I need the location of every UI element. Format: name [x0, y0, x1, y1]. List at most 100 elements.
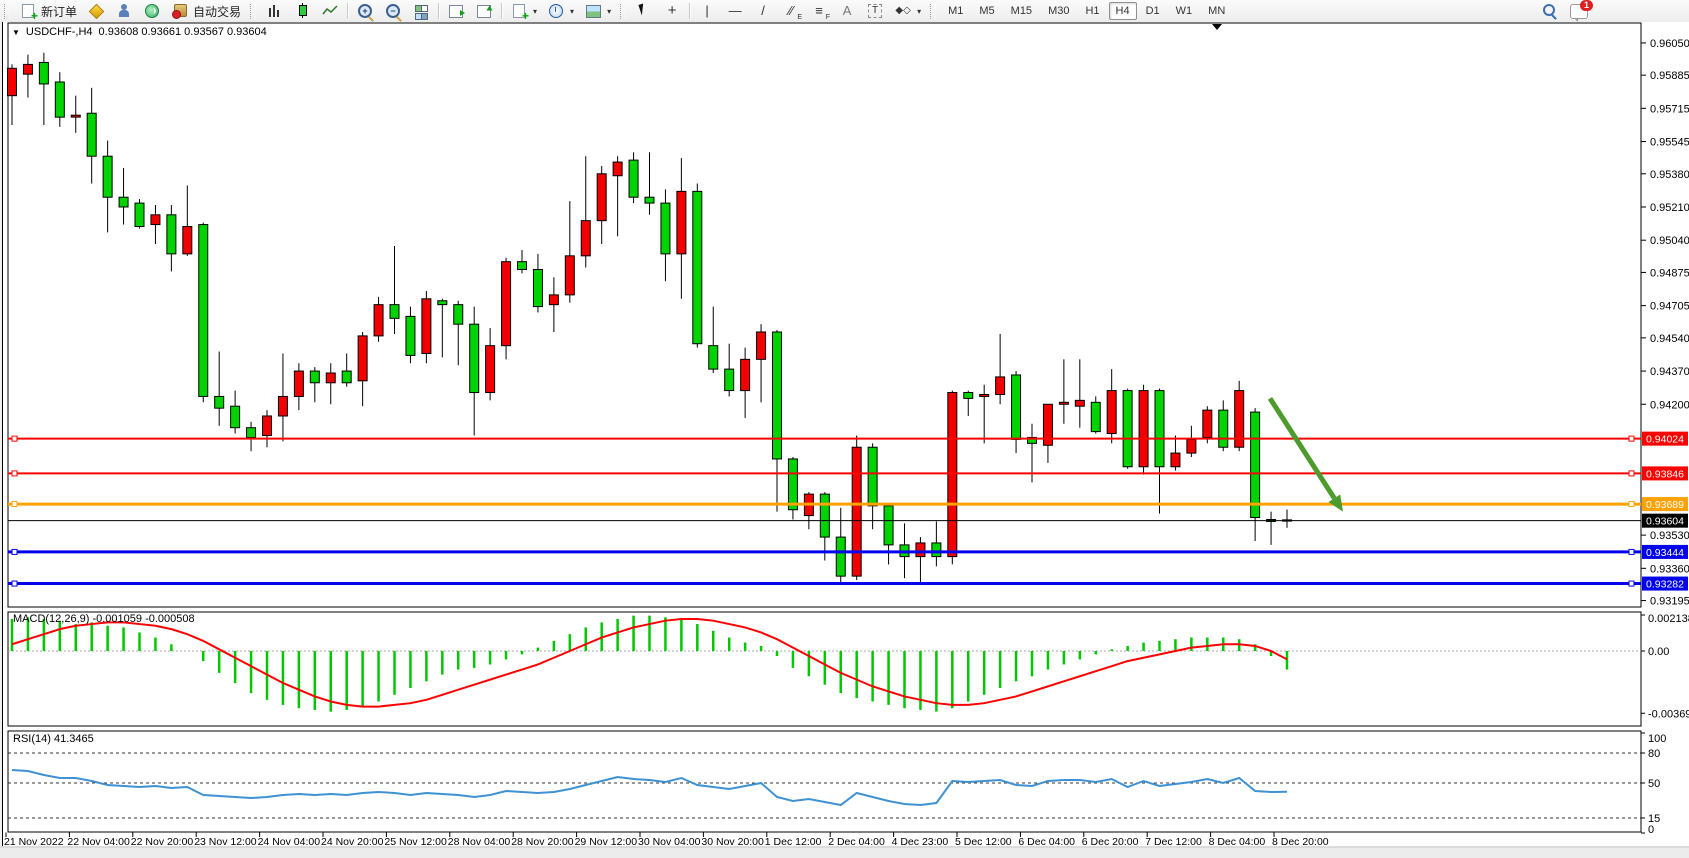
rsi-indicator-label: RSI(14) 41.3465 — [13, 733, 94, 745]
chart-canvas[interactable]: 0.960500.958850.957150.955450.953800.952… — [0, 22, 1689, 858]
equidistant-channel-tool-button[interactable]: ∕∕E — [777, 1, 805, 22]
horizontal-line-tool-button[interactable]: — — [721, 1, 749, 22]
horizontal-line-icon: — — [726, 3, 744, 19]
fibonacci-icon: ≡F — [810, 3, 828, 19]
bar-chart-button[interactable] — [260, 1, 288, 22]
rsi-panel — [8, 731, 1641, 832]
chart-shift-button[interactable] — [470, 1, 498, 22]
toolbar-grip[interactable] — [4, 4, 10, 19]
timeframe-button-W1[interactable]: W1 — [1169, 2, 1200, 20]
chart-symbol-period: USDCHF-,H4 — [26, 26, 93, 38]
svg-text:0.95210: 0.95210 — [1650, 202, 1689, 214]
svg-text:0.94875: 0.94875 — [1650, 267, 1689, 279]
svg-text:0.95885: 0.95885 — [1650, 70, 1689, 82]
notifications-icon[interactable]: 1 — [1570, 4, 1588, 19]
svg-text:29 Nov 12:00: 29 Nov 12:00 — [575, 836, 638, 848]
period-clock-button[interactable]: ▾ — [542, 1, 579, 22]
new-chart-button[interactable]: +▾ — [505, 1, 542, 22]
candlestick-chart-button[interactable] — [288, 1, 316, 22]
cursor-icon — [635, 3, 653, 19]
macd-indicator-label: MACD(12,26,9) -0.001059 -0.000508 — [13, 613, 195, 625]
text-label-tool-button[interactable]: T — [861, 1, 889, 22]
text-label-icon: T — [866, 3, 884, 19]
toolbar-grip[interactable] — [930, 4, 936, 19]
svg-text:22 Nov 04:00: 22 Nov 04:00 — [67, 836, 130, 848]
chart-ohlc-values: 0.93608 0.93661 0.93567 0.93604 — [99, 26, 267, 38]
indicator-list-button[interactable] — [82, 1, 110, 22]
arrows-icon: ◆◇ — [894, 3, 912, 19]
svg-text:24 Nov 20:00: 24 Nov 20:00 — [321, 836, 384, 848]
svg-text:0.00: 0.00 — [1648, 646, 1669, 658]
vertical-line-tool-button[interactable]: | — [693, 1, 721, 22]
timeframe-button-M15[interactable]: M15 — [1004, 2, 1039, 20]
notification-badge: 1 — [1580, 0, 1593, 11]
market-watch-button[interactable] — [110, 1, 138, 22]
svg-text:0.94370: 0.94370 — [1650, 366, 1689, 378]
fibonacci-tool-button[interactable]: ≡F — [805, 1, 833, 22]
auto-trading-label: 自动交易 — [193, 3, 241, 20]
svg-text:0.93282: 0.93282 — [1646, 579, 1684, 591]
candlestick-icon — [293, 3, 311, 19]
bar-chart-icon — [265, 3, 283, 19]
svg-text:30 Nov 20:00: 30 Nov 20:00 — [701, 836, 764, 848]
trendline-tool-button[interactable]: / — [749, 1, 777, 22]
svg-text:0.93360: 0.93360 — [1650, 563, 1689, 575]
svg-text:24 Nov 04:00: 24 Nov 04:00 — [258, 836, 321, 848]
toolbar-grip[interactable] — [620, 4, 626, 19]
svg-text:0.002138: 0.002138 — [1648, 613, 1689, 625]
svg-text:7 Dec 12:00: 7 Dec 12:00 — [1145, 836, 1202, 848]
clock-icon — [547, 3, 565, 19]
new-order-button[interactable]: + 新订单 — [14, 1, 82, 22]
template-button[interactable]: ▾ — [579, 1, 616, 22]
svg-text:23 Nov 12:00: 23 Nov 12:00 — [194, 836, 257, 848]
auto-scroll-button[interactable] — [442, 1, 470, 22]
text-tool-button[interactable]: A — [833, 1, 861, 22]
cursor-tool-button[interactable] — [630, 1, 658, 22]
timeframe-button-M1[interactable]: M1 — [941, 2, 970, 20]
svg-text:0.93604: 0.93604 — [1646, 516, 1684, 528]
zoom-out-button[interactable]: − — [379, 1, 407, 22]
timeframe-button-D1[interactable]: D1 — [1139, 2, 1167, 20]
svg-text:0.93846: 0.93846 — [1646, 468, 1684, 480]
profile-icon — [115, 3, 133, 19]
svg-text:2 Dec 04:00: 2 Dec 04:00 — [828, 836, 885, 848]
arrows-tool-button[interactable]: ◆◇▾ — [889, 1, 926, 22]
signal-button[interactable] — [138, 1, 166, 22]
timeframe-button-M30[interactable]: M30 — [1041, 2, 1076, 20]
svg-text:0.95715: 0.95715 — [1650, 103, 1689, 115]
svg-text:0: 0 — [1648, 824, 1654, 836]
svg-text:0.95380: 0.95380 — [1650, 169, 1689, 181]
auto-trading-icon — [171, 3, 189, 19]
text-icon: A — [838, 3, 856, 19]
timeframe-button-MN[interactable]: MN — [1201, 2, 1232, 20]
channel-icon: ∕∕E — [782, 3, 800, 19]
chart-title: ▼ USDCHF-,H4 0.93608 0.93661 0.93567 0.9… — [12, 26, 267, 38]
new-chart-icon: + — [510, 3, 528, 19]
timeframe-button-M5[interactable]: M5 — [972, 2, 1001, 20]
svg-text:22 Nov 20:00: 22 Nov 20:00 — [131, 836, 194, 848]
vertical-line-icon: | — [698, 3, 716, 19]
crosshair-tool-button[interactable]: + — [658, 1, 686, 22]
tile-windows-button[interactable] — [407, 1, 435, 22]
svg-text:0.96050: 0.96050 — [1650, 38, 1689, 50]
svg-text:0.94024: 0.94024 — [1646, 434, 1684, 446]
zoom-in-icon: + — [356, 3, 374, 19]
timeframe-toolbar: M1M5M15M30H1H4D1W1MN — [940, 2, 1233, 20]
template-icon — [584, 3, 602, 19]
line-chart-button[interactable] — [316, 1, 344, 22]
svg-text:-0.003698: -0.003698 — [1648, 708, 1689, 720]
timeframe-button-H1[interactable]: H1 — [1078, 2, 1106, 20]
auto-trading-button[interactable]: 自动交易 — [166, 1, 246, 22]
search-icon[interactable] — [1543, 4, 1557, 18]
zoom-in-button[interactable]: + — [351, 1, 379, 22]
svg-text:6 Dec 20:00: 6 Dec 20:00 — [1082, 836, 1139, 848]
svg-text:80: 80 — [1648, 748, 1660, 760]
svg-text:0.93530: 0.93530 — [1650, 530, 1689, 542]
svg-text:30 Nov 04:00: 30 Nov 04:00 — [638, 836, 701, 848]
svg-text:4 Dec 23:00: 4 Dec 23:00 — [892, 836, 949, 848]
timeframe-button-H4[interactable]: H4 — [1109, 2, 1137, 20]
toolbar-grip[interactable] — [250, 4, 256, 19]
svg-text:28 Nov 04:00: 28 Nov 04:00 — [448, 836, 511, 848]
tile-windows-icon — [412, 3, 430, 19]
line-chart-icon — [321, 3, 339, 19]
